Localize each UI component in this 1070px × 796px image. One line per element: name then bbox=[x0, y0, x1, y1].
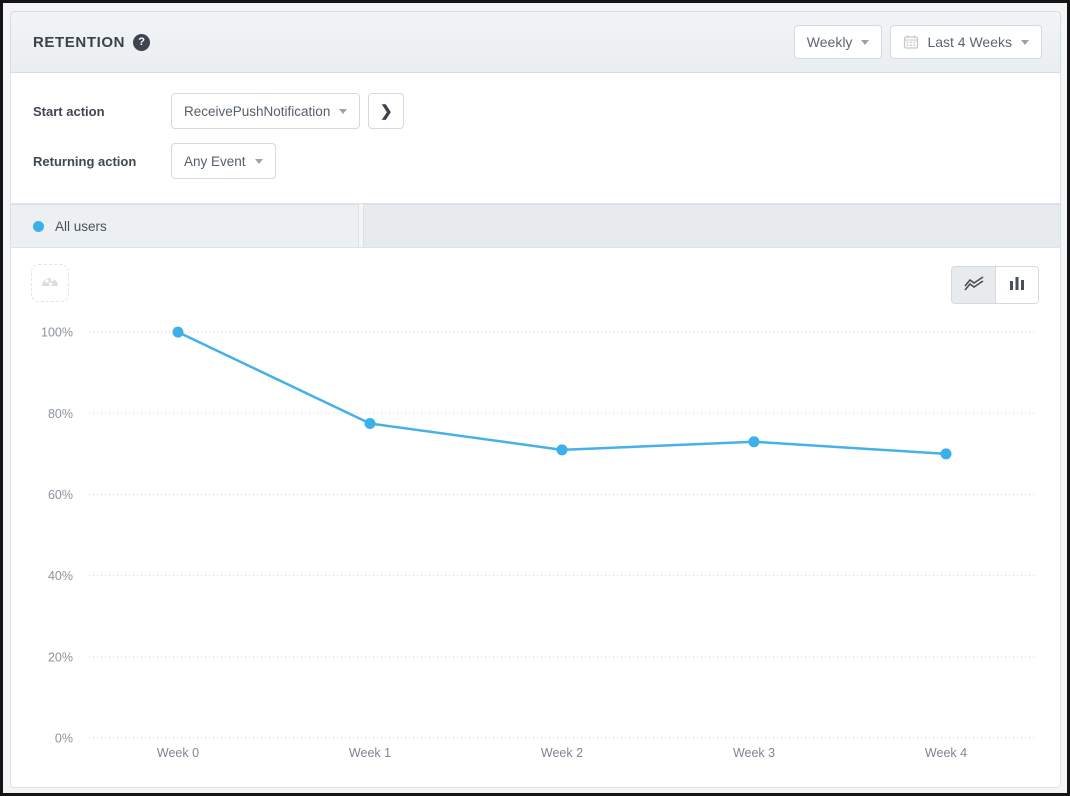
data-point[interactable] bbox=[365, 418, 376, 429]
window-frame: RETENTION ? Weekly bbox=[0, 0, 1070, 796]
chevron-down-icon bbox=[255, 159, 263, 164]
segmentation-button[interactable] bbox=[31, 264, 69, 302]
series-line bbox=[178, 332, 946, 454]
line-chart-icon bbox=[963, 275, 985, 296]
x-axis-tick: Week 3 bbox=[733, 746, 775, 760]
data-point[interactable] bbox=[941, 448, 952, 459]
data-point[interactable] bbox=[749, 436, 760, 447]
x-axis-tick: Week 0 bbox=[157, 746, 199, 760]
chevron-down-icon bbox=[339, 109, 347, 114]
y-axis-tick: 40% bbox=[48, 569, 73, 583]
date-range-dropdown[interactable]: Last 4 Weeks bbox=[890, 25, 1042, 59]
data-point[interactable] bbox=[557, 444, 568, 455]
segment-tabbar: All users bbox=[10, 204, 1061, 247]
tabbar-empty-area bbox=[363, 204, 1061, 247]
calendar-icon bbox=[903, 34, 919, 50]
expand-action-button[interactable]: ❯ bbox=[368, 93, 404, 129]
interval-dropdown-label: Weekly bbox=[807, 34, 853, 50]
series-color-dot bbox=[33, 221, 44, 232]
returning-action-row: Returning action Any Event bbox=[33, 143, 1060, 179]
report-header: RETENTION ? Weekly bbox=[10, 11, 1061, 73]
x-axis-tick: Week 1 bbox=[349, 746, 391, 760]
start-action-value: ReceivePushNotification bbox=[184, 104, 330, 119]
chart-panel: 0% 20% 40% 60% 80% 100% Week 0 Week 1 Week 2 Week… bbox=[10, 247, 1061, 788]
start-action-dropdown[interactable]: ReceivePushNotification bbox=[171, 93, 360, 129]
date-range-label: Last 4 Weeks bbox=[927, 34, 1012, 50]
x-axis-tick: Week 2 bbox=[541, 746, 583, 760]
returning-action-label: Returning action bbox=[33, 154, 171, 169]
bar-view-button[interactable] bbox=[995, 267, 1038, 303]
filter-panel: Start action ReceivePushNotification ❯ R… bbox=[10, 73, 1061, 204]
y-axis-tick: 20% bbox=[48, 650, 73, 664]
y-axis-tick: 60% bbox=[48, 488, 73, 502]
page-title: RETENTION bbox=[33, 34, 125, 51]
retention-chart: 0% 20% 40% 60% 80% 100% Week 0 Week 1 Week 2 Week… bbox=[11, 248, 1060, 787]
chevron-down-icon bbox=[1021, 40, 1029, 45]
start-action-label: Start action bbox=[33, 104, 171, 119]
start-action-row: Start action ReceivePushNotification ❯ bbox=[33, 93, 1060, 129]
chevron-down-icon bbox=[861, 40, 869, 45]
data-point[interactable] bbox=[173, 327, 184, 338]
interval-dropdown[interactable]: Weekly bbox=[794, 25, 883, 59]
line-view-button[interactable] bbox=[952, 267, 995, 303]
y-axis-tick: 100% bbox=[41, 326, 73, 340]
tab-label: All users bbox=[55, 219, 107, 234]
retention-report: RETENTION ? Weekly bbox=[10, 11, 1061, 788]
returning-action-dropdown[interactable]: Any Event bbox=[171, 143, 276, 179]
bar-chart-icon bbox=[1008, 275, 1026, 296]
y-axis-tick: 0% bbox=[55, 731, 73, 745]
tab-all-users[interactable]: All users bbox=[10, 204, 359, 247]
segmentation-icon bbox=[40, 272, 60, 295]
returning-action-value: Any Event bbox=[184, 154, 246, 169]
x-axis-tick: Week 4 bbox=[925, 746, 967, 760]
help-icon[interactable]: ? bbox=[133, 34, 150, 51]
y-axis-tick: 80% bbox=[48, 407, 73, 421]
chart-view-toggle bbox=[951, 266, 1039, 304]
